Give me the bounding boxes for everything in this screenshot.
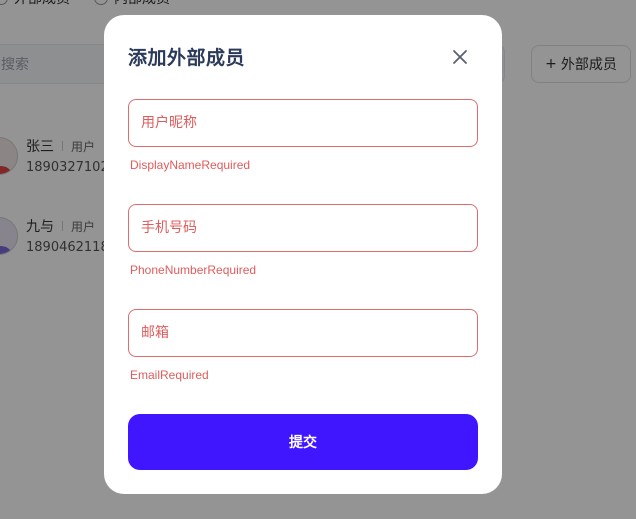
dialog-title: 添加外部成员 bbox=[128, 47, 246, 69]
display-name-input[interactable] bbox=[128, 99, 478, 147]
phone-number-error: PhoneNumberRequired bbox=[130, 263, 257, 277]
submit-button[interactable]: 提交 bbox=[128, 414, 478, 470]
display-name-field-group: DisplayNameRequired bbox=[128, 99, 478, 172]
phone-number-input[interactable] bbox=[128, 204, 478, 252]
display-name-error: DisplayNameRequired bbox=[130, 158, 251, 172]
email-field-group: EmailRequired bbox=[128, 309, 478, 382]
close-icon bbox=[453, 50, 467, 64]
add-external-member-dialog: 添加外部成员 DisplayNameRequired PhoneNumberRe… bbox=[104, 15, 502, 494]
phone-field-group: PhoneNumberRequired bbox=[128, 204, 478, 277]
email-error: EmailRequired bbox=[130, 368, 209, 382]
close-button[interactable] bbox=[448, 45, 472, 69]
email-input[interactable] bbox=[128, 309, 478, 357]
